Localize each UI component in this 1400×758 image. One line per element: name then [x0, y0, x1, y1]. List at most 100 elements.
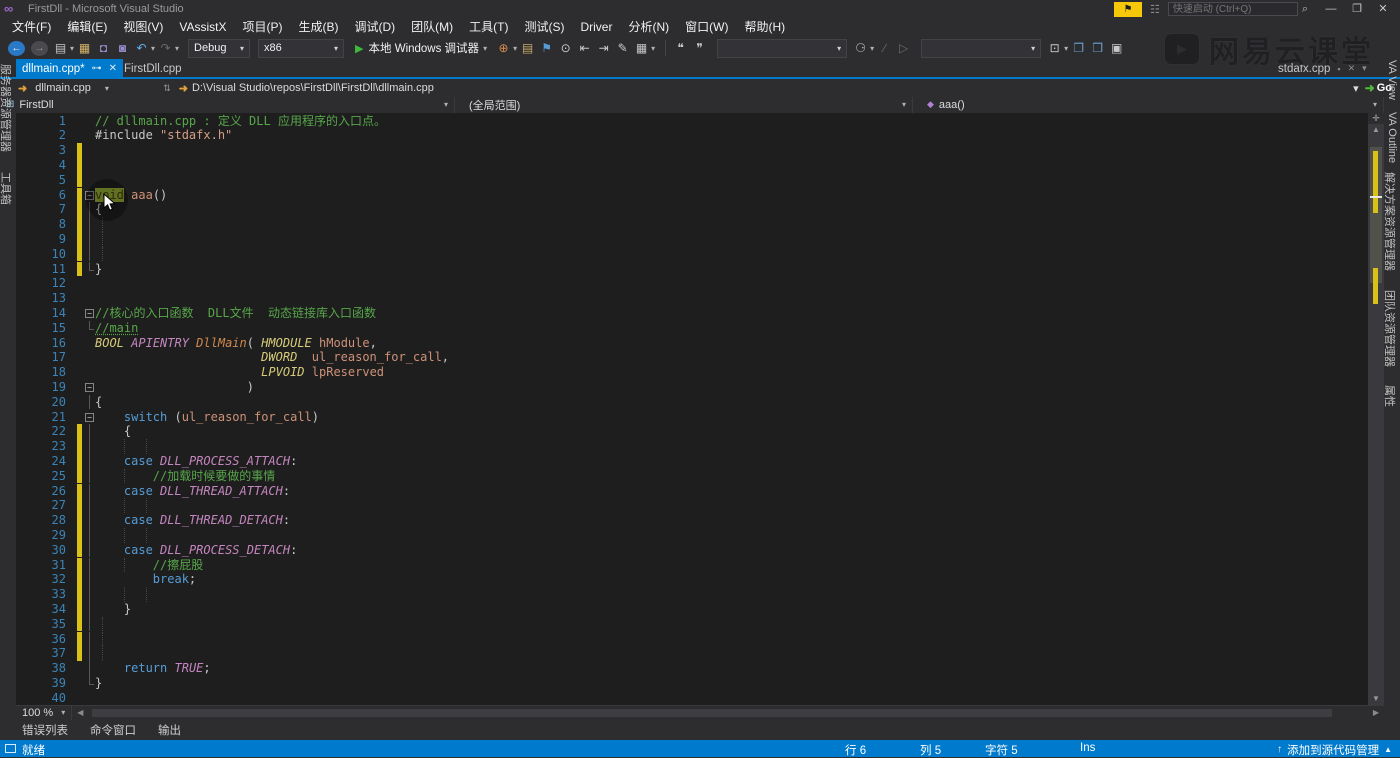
tab-list-dropdown-icon[interactable]: ▾: [1362, 63, 1367, 74]
code-line[interactable]: 10: [16, 247, 1368, 262]
chevron-down-icon[interactable]: ▾: [1064, 44, 1068, 53]
panel-tab[interactable]: 输出: [152, 722, 187, 738]
file-list-icon[interactable]: ▤: [519, 39, 536, 57]
code-line[interactable]: 3: [16, 143, 1368, 158]
code-line[interactable]: 1// dllmain.cpp : 定义 DLL 应用程序的入口点。: [16, 114, 1368, 129]
code-line[interactable]: 14−//核心的入口函数 DLL文件 动态链接库入口函数: [16, 306, 1368, 321]
tab-stdafx[interactable]: stdafx.cpp ▪ ✕ ▾: [1278, 59, 1367, 78]
chevron-down-icon[interactable]: ▾: [175, 44, 179, 53]
comment-icon[interactable]: ❝: [672, 39, 689, 57]
file-dropdown[interactable]: dllmain.cpp ▾: [31, 81, 161, 96]
horizontal-scrollbar-track[interactable]: [88, 706, 1367, 720]
navigate-forward-icon[interactable]: →: [31, 41, 48, 56]
menu-item[interactable]: Driver: [572, 18, 620, 37]
menu-item[interactable]: 测试(S): [516, 18, 572, 37]
menu-item[interactable]: 文件(F): [4, 18, 59, 37]
member-dropdown[interactable]: ◆ aaa() ▾: [913, 97, 1384, 113]
code-line[interactable]: 40: [16, 691, 1368, 705]
split-editor-icon[interactable]: ✛: [1368, 113, 1384, 124]
navigate-prev-icon[interactable]: ⇤: [576, 39, 593, 57]
code-line[interactable]: 28 case DLL_THREAD_DETACH:: [16, 513, 1368, 528]
code-line[interactable]: 8: [16, 217, 1368, 232]
chevron-down-icon[interactable]: ▾: [70, 44, 74, 53]
find-next-icon[interactable]: ▷: [895, 39, 912, 57]
project-dropdown[interactable]: ⊞ FirstDll ▾: [0, 97, 455, 113]
code-line[interactable]: 37: [16, 646, 1368, 661]
pin-panel-icon[interactable]: ▣: [1108, 39, 1125, 57]
close-icon[interactable]: ✕: [1348, 63, 1356, 74]
code-line[interactable]: 27: [16, 498, 1368, 513]
panel-tab[interactable]: 命令窗口: [84, 722, 142, 738]
scroll-down-icon[interactable]: ▼: [1368, 694, 1384, 703]
code-line[interactable]: 6−void aaa(): [16, 188, 1368, 203]
save-all-icon[interactable]: ◙: [114, 39, 131, 57]
menu-item[interactable]: 窗口(W): [677, 18, 736, 37]
code-line[interactable]: 9: [16, 232, 1368, 247]
code-line[interactable]: 13: [16, 291, 1368, 306]
window-layout-icon[interactable]: ❐: [1070, 39, 1087, 57]
quick-launch-input[interactable]: [1168, 2, 1298, 16]
code-line[interactable]: 36: [16, 632, 1368, 647]
code-line[interactable]: 39}: [16, 676, 1368, 691]
replace-combo[interactable]: ▾: [921, 39, 1041, 58]
scope-dropdown[interactable]: (全局范围) ▾: [455, 97, 913, 113]
fold-collapse-icon[interactable]: −: [84, 380, 95, 395]
find-options-icon[interactable]: ⚆: [852, 39, 869, 57]
menu-item[interactable]: 编辑(E): [59, 18, 115, 37]
pin-icon[interactable]: ▪: [1337, 64, 1340, 74]
find-combo[interactable]: ▾: [717, 39, 847, 58]
code-line[interactable]: 24 case DLL_PROCESS_ATTACH:: [16, 454, 1368, 469]
restore-button[interactable]: ❐: [1344, 2, 1370, 17]
code-line[interactable]: 11}: [16, 262, 1368, 277]
editor-vertical-scrollbar[interactable]: ✛ ▲ ▼: [1368, 113, 1384, 706]
code-line[interactable]: 34 }: [16, 602, 1368, 617]
tool-window-tab[interactable]: 工具箱: [0, 172, 14, 205]
horizontal-scrollbar-thumb[interactable]: [92, 709, 1332, 717]
minimize-button[interactable]: —: [1318, 2, 1344, 17]
editor-zoom-dropdown[interactable]: 100 % ▾: [16, 706, 72, 720]
debug-configuration-dropdown[interactable]: Debug ▾: [188, 39, 250, 58]
fold-collapse-icon[interactable]: −: [84, 410, 95, 425]
code-line[interactable]: 30 case DLL_PROCESS_DETACH:: [16, 543, 1368, 558]
scroll-left-icon[interactable]: ◀: [72, 708, 88, 717]
panel-tab[interactable]: 错误列表: [16, 722, 74, 738]
fold-collapse-icon[interactable]: −: [84, 306, 95, 321]
notification-flag-button[interactable]: ⚑: [1114, 2, 1142, 17]
attach-process-icon[interactable]: ⊕: [495, 39, 512, 57]
add-to-source-control-button[interactable]: ↑ 添加到源代码管理 ▲: [1277, 742, 1392, 758]
code-line[interactable]: 20{: [16, 395, 1368, 410]
tool-window-tab[interactable]: VA Outline: [1386, 112, 1398, 163]
new-file-icon[interactable]: ▤: [52, 39, 69, 57]
menu-item[interactable]: 分析(N): [620, 18, 677, 37]
undo-icon[interactable]: ↶: [133, 39, 150, 57]
pin-icon[interactable]: ⊶: [92, 63, 102, 74]
code-line[interactable]: 18 LPVOID lpReserved: [16, 365, 1368, 380]
code-line[interactable]: 16BOOL APIENTRY DllMain( HMODULE hModule…: [16, 336, 1368, 351]
code-line[interactable]: 33: [16, 587, 1368, 602]
tool-window-tab[interactable]: 团队资源管理器: [1382, 290, 1398, 367]
clipboard-icon[interactable]: ▦: [633, 39, 650, 57]
code-line[interactable]: 38 return TRUE;: [16, 661, 1368, 676]
tool-window-tab[interactable]: 解决方案资源管理器: [1382, 172, 1398, 271]
find-divider-icon[interactable]: ∕: [876, 39, 893, 57]
navigate-next-icon[interactable]: ⇥: [595, 39, 612, 57]
open-file-icon[interactable]: ▦: [76, 39, 93, 57]
tool-window-tab[interactable]: 服务器资源管理器: [0, 64, 14, 152]
edit-icon[interactable]: ✎: [614, 39, 631, 57]
chevron-down-icon[interactable]: ▾: [651, 44, 655, 53]
redo-icon[interactable]: ↷: [157, 39, 174, 57]
menu-item[interactable]: 工具(T): [461, 18, 516, 37]
menu-item[interactable]: 项目(P): [234, 18, 290, 37]
chevron-down-icon[interactable]: ▾: [151, 44, 155, 53]
code-line[interactable]: 17 DWORD ul_reason_for_call,: [16, 350, 1368, 365]
code-line[interactable]: 31 //擦屁股: [16, 558, 1368, 573]
menu-item[interactable]: 帮助(H): [736, 18, 793, 37]
code-line[interactable]: 29: [16, 528, 1368, 543]
code-line[interactable]: 12: [16, 276, 1368, 291]
code-line[interactable]: 22 {: [16, 424, 1368, 439]
chevron-down-icon[interactable]: ▾: [870, 44, 874, 53]
start-debugging-button[interactable]: ▶ 本地 Windows 调试器 ▾: [349, 38, 493, 58]
platform-dropdown[interactable]: x86 ▾: [258, 39, 344, 58]
menu-item[interactable]: VAssistX: [171, 18, 234, 37]
feedback-icon[interactable]: ☷: [1150, 3, 1160, 16]
